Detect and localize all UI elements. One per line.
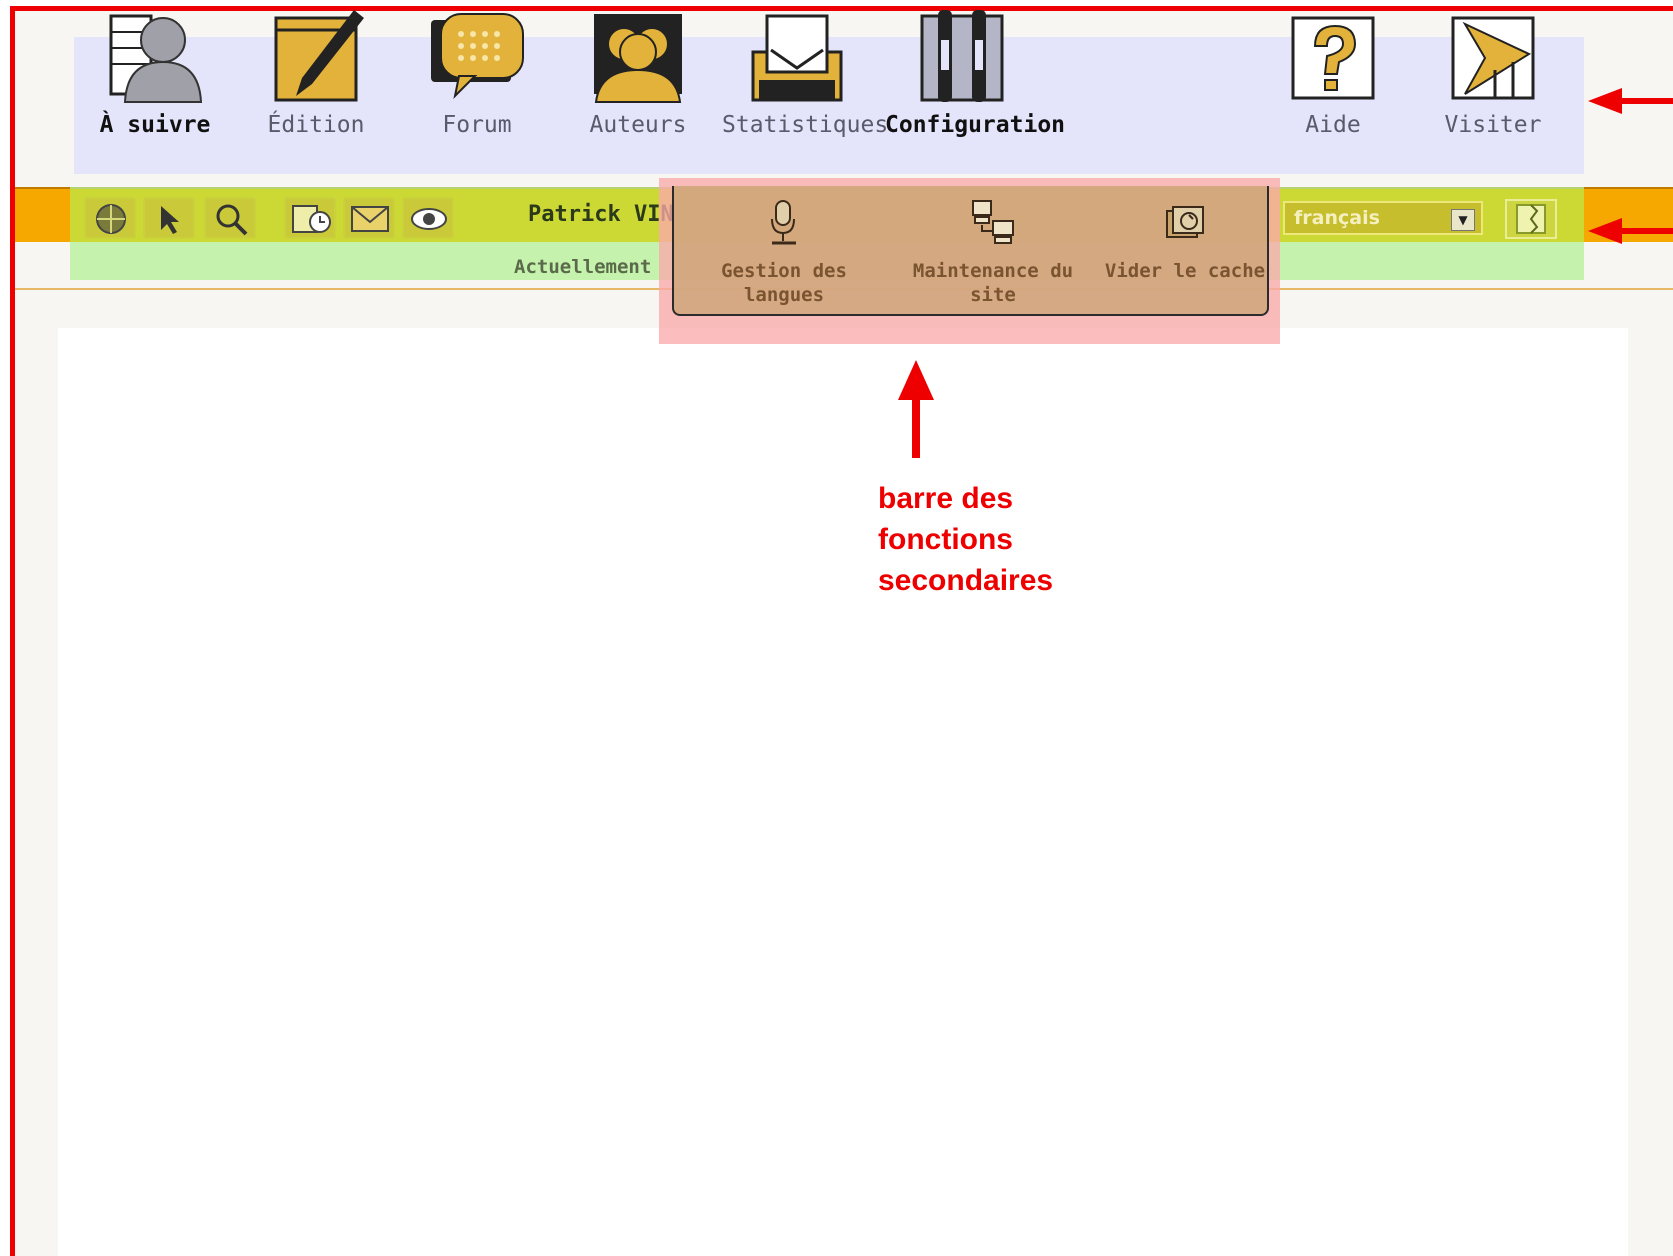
sub-item-maintenance-site[interactable]: Maintenance du site — [900, 199, 1086, 307]
sub-item-vider-cache[interactable]: Vider le cache — [1100, 199, 1270, 283]
mini-button-eye[interactable] — [402, 197, 454, 239]
toolbar-item-statistiques[interactable]: Statistiques — [722, 10, 889, 138]
visit-site-icon — [1451, 16, 1535, 100]
toolbar-label: Configuration — [885, 112, 1066, 138]
toolbar-label: Statistiques — [722, 112, 889, 138]
search-zoom-icon — [216, 204, 248, 236]
toolbar-item-edition[interactable]: Édition — [241, 10, 391, 138]
globe-icon — [96, 204, 126, 234]
toolbar-label: Aide — [1305, 112, 1361, 138]
toolbar-label: Auteurs — [589, 112, 687, 138]
computers-network-icon — [972, 200, 1014, 244]
content-area — [58, 328, 1628, 1256]
arrow-left-icon — [1588, 88, 1673, 114]
microphone-icon — [771, 200, 796, 245]
sub-item-label: Maintenance du site — [912, 260, 1074, 306]
user-follow-icon — [109, 14, 203, 103]
logout-button[interactable] — [1505, 199, 1557, 239]
authors-group-icon — [594, 14, 682, 103]
toolbar-item-a-suivre[interactable]: À suivre — [80, 10, 230, 138]
toolbar-item-aide[interactable]: Aide — [1258, 10, 1408, 138]
pen-edit-icon — [274, 10, 364, 102]
mini-button-globe[interactable] — [84, 197, 136, 239]
toolbar-item-auteurs[interactable]: Auteurs — [563, 10, 713, 138]
help-icon — [1291, 16, 1375, 100]
toolbar-item-forum[interactable]: Forum — [402, 10, 552, 138]
sub-item-gestion-langues[interactable]: Gestion des langues — [712, 199, 856, 307]
mini-button-calendar[interactable] — [284, 197, 336, 239]
door-exit-icon — [1516, 204, 1546, 234]
mini-button-cursor[interactable] — [143, 197, 195, 239]
speech-bubble-icon — [431, 13, 524, 100]
toolbar-label: Édition — [267, 112, 365, 138]
arrow-up-icon — [898, 360, 934, 458]
calendar-clock-icon — [292, 205, 331, 233]
toolbar-item-visiter[interactable]: Visiter — [1418, 10, 1568, 138]
toolbar-label: À suivre — [99, 112, 211, 138]
status-text: Actuellement — [514, 256, 652, 278]
mail-icon — [351, 206, 389, 232]
language-select[interactable]: français ▼ — [1283, 201, 1483, 235]
language-value: français — [1294, 207, 1380, 229]
toolbar-item-configuration[interactable]: Configuration — [885, 10, 1066, 138]
chevron-down-icon: ▼ — [1451, 209, 1475, 231]
annotation-text: barre des fonctions secondaires — [878, 482, 1054, 597]
eye-icon — [411, 208, 447, 230]
tools-config-icon — [920, 10, 1004, 102]
toolbar-label: Forum — [442, 112, 512, 138]
cursor-icon — [161, 206, 179, 234]
arrow-left-icon — [1588, 218, 1673, 244]
cache-folder-icon — [1166, 206, 1204, 238]
mini-button-mail[interactable] — [343, 197, 395, 239]
sub-item-label: Vider le cache — [1104, 260, 1266, 282]
sub-item-label: Gestion des langues — [721, 260, 847, 306]
user-name[interactable]: Patrick VIN — [528, 202, 674, 227]
mini-button-search[interactable] — [204, 197, 256, 239]
statistics-icon — [751, 14, 843, 102]
toolbar-label: Visiter — [1444, 112, 1542, 138]
